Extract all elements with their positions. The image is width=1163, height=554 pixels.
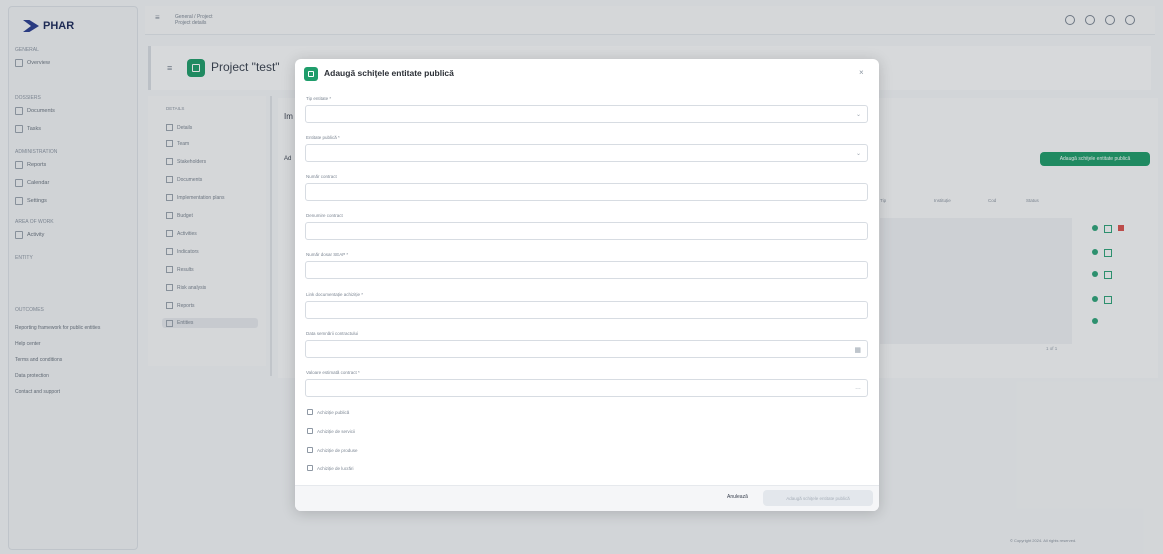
field-label: Număr dosar SEAP * (306, 252, 349, 257)
checkbox-products[interactable]: Achiziție de produse (307, 447, 358, 453)
seap-number-input[interactable] (305, 261, 868, 279)
checkbox-box[interactable] (307, 409, 313, 415)
field-label: Denumire contract (306, 213, 343, 218)
field-label: Tip entitate * (306, 96, 332, 101)
checkbox-box[interactable] (307, 465, 313, 471)
signing-date-input[interactable]: ▦ (305, 340, 868, 358)
field-label: Link documentație achiziție * (306, 292, 364, 297)
public-entity-select[interactable]: ⌄ (305, 144, 868, 162)
checkbox-services[interactable]: Achiziție de servicii (307, 428, 355, 434)
field-label: Valoare estimată contract * (306, 370, 360, 375)
documentation-link-input[interactable] (305, 301, 868, 319)
calendar-icon[interactable]: ▦ (854, 346, 861, 354)
estimated-value-select[interactable]: … (305, 379, 868, 397)
submit-button[interactable]: Adaugă schiţele entitate publică (763, 490, 873, 506)
checkbox-public-procurement[interactable]: Achiziție publică (307, 409, 349, 415)
field-label: Număr contract (306, 174, 337, 179)
chevron-down-icon: ⌄ (855, 112, 861, 118)
chevron-down-icon: ⌄ (855, 151, 861, 157)
dialog-footer: Anulează Adaugă schiţele entitate public… (295, 485, 879, 511)
cancel-button[interactable]: Anulează (727, 494, 748, 500)
checkbox-box[interactable] (307, 447, 313, 453)
contract-number-input[interactable] (305, 183, 868, 201)
dialog-header: Adaugă schiţele entitate publică × (295, 59, 879, 91)
contract-name-input[interactable] (305, 222, 868, 240)
more-icon: … (855, 385, 861, 391)
add-entity-dialog: Adaugă schiţele entitate publică × Tip e… (295, 59, 879, 511)
field-label: Entitate publică * (306, 135, 340, 140)
dialog-title: Adaugă schiţele entitate publică (324, 68, 454, 78)
field-label: Data semnării contractului (306, 331, 359, 336)
entity-icon (304, 67, 318, 81)
checkbox-works[interactable]: Achiziție de lucrări (307, 465, 354, 471)
close-icon[interactable]: × (859, 68, 864, 77)
entity-type-select[interactable]: ⌄ (305, 105, 868, 123)
checkbox-box[interactable] (307, 428, 313, 434)
